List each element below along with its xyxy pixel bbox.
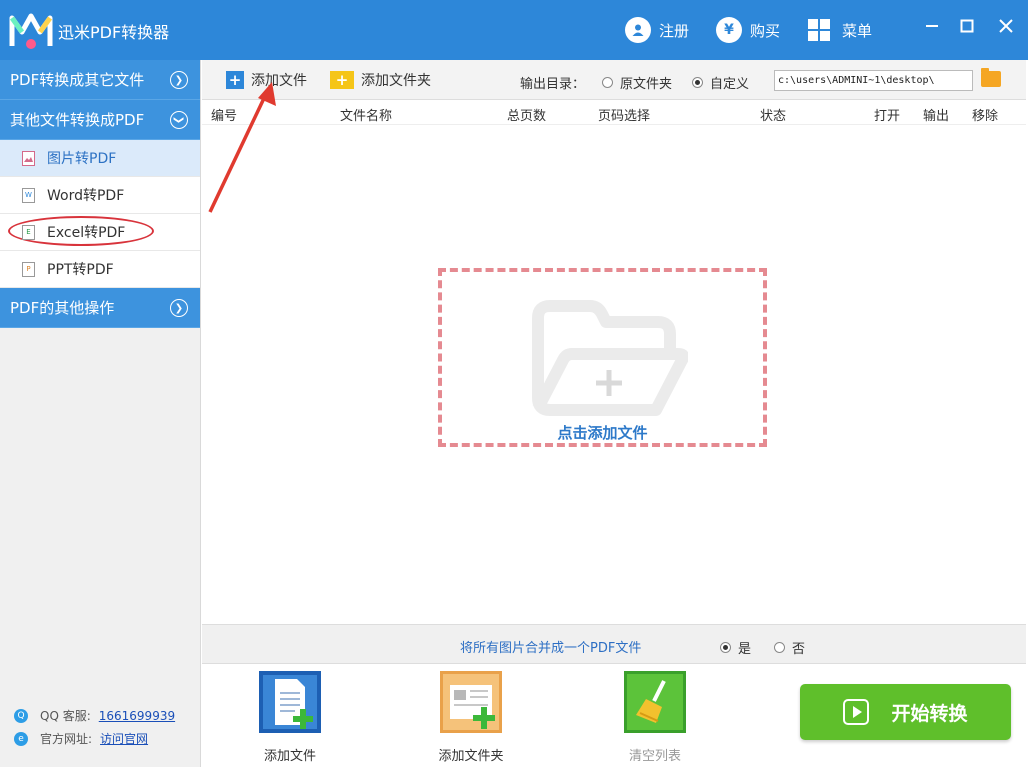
file-toolbar: + 添加文件 + 添加文件夹 输出目录： 原文件夹 自定义 xyxy=(202,60,1026,100)
clear-list-label: 清空列表 xyxy=(628,749,681,764)
play-icon xyxy=(843,699,870,725)
visit-website-link[interactable]: 访问官网 xyxy=(100,730,148,747)
grid-icon xyxy=(808,19,830,41)
radio-label: 原文件夹 xyxy=(620,77,673,92)
add-file-large-icon xyxy=(259,671,321,733)
official-website: e 官方网址: 访问官网 xyxy=(14,730,148,747)
column-header: 输出 xyxy=(923,109,950,124)
radio-custom[interactable]: 自定义 xyxy=(692,73,749,92)
add-file-dropzone[interactable]: 点击添加文件 xyxy=(438,268,767,447)
section-label: PDF转换成其它文件 xyxy=(10,71,145,89)
add-file-icon: + xyxy=(226,71,244,89)
ppt-file-icon: P xyxy=(22,261,35,277)
merge-label: 将所有图片合并成一个PDF文件 xyxy=(460,641,642,656)
section-pdf-other-ops[interactable]: PDF的其他操作 ❯ xyxy=(0,288,200,328)
file-table-header: 编号 文件名称 总页数 页码选择 状态 打开 输出 移除 xyxy=(202,101,1026,125)
qq-support: Q QQ 客服: 1661699939 xyxy=(14,707,175,724)
excel-file-icon: E xyxy=(22,224,35,240)
column-header: 编号 xyxy=(211,109,238,124)
maximize-icon xyxy=(960,19,974,33)
section-pdf-to-other[interactable]: PDF转换成其它文件 ❯ xyxy=(0,60,200,100)
image-file-icon xyxy=(22,150,35,166)
radio-label: 是 xyxy=(738,642,752,657)
radio-merge-yes[interactable]: 是 xyxy=(720,638,751,657)
register-label: 注册 xyxy=(659,21,690,40)
word-file-icon: W xyxy=(22,187,35,203)
radio-label: 否 xyxy=(792,642,806,657)
radio-icon xyxy=(602,77,613,88)
column-header: 状态 xyxy=(760,109,787,124)
minimize-icon xyxy=(926,25,938,27)
user-icon xyxy=(625,17,651,43)
radio-label: 自定义 xyxy=(710,77,750,92)
yen-icon: ¥ xyxy=(716,17,742,43)
broom-icon xyxy=(624,671,686,733)
dropzone-label: 点击添加文件 xyxy=(557,424,648,442)
add-file-tool-button[interactable]: + 添加文件 xyxy=(226,70,307,90)
section-label: 其他文件转换成PDF xyxy=(10,111,145,129)
chevron-down-icon: ❯ xyxy=(170,111,188,129)
radio-merge-no[interactable]: 否 xyxy=(774,638,805,657)
website-label: 官方网址: xyxy=(40,732,93,746)
merge-option-bar: 将所有图片合并成一个PDF文件 是 否 xyxy=(202,624,1026,664)
chevron-right-icon: ❯ xyxy=(170,299,188,317)
sidebar-item-ppt-to-pdf[interactable]: P PPT转PDF xyxy=(0,251,200,288)
close-button[interactable] xyxy=(992,14,1020,42)
column-header: 总页数 xyxy=(507,109,547,124)
close-icon xyxy=(999,19,1013,33)
radio-icon xyxy=(774,642,785,653)
menu-button[interactable]: 菜单 xyxy=(808,16,872,44)
browser-icon: e xyxy=(14,731,28,746)
sidebar-item-excel-to-pdf[interactable]: E Excel转PDF xyxy=(0,214,200,251)
browse-folder-icon[interactable] xyxy=(981,68,1001,87)
section-label: PDF的其他操作 xyxy=(10,299,115,317)
app-title: 迅米PDF转换器 xyxy=(58,23,170,42)
app-logo xyxy=(9,13,53,49)
add-folder-icon: + xyxy=(330,71,354,89)
qq-number-link[interactable]: 1661699939 xyxy=(99,709,175,723)
start-convert-label: 开始转换 xyxy=(891,702,968,725)
maximize-button[interactable] xyxy=(953,14,981,42)
radio-selected-icon xyxy=(720,642,731,653)
column-header: 文件名称 xyxy=(340,109,393,124)
add-file-label: 添加文件 xyxy=(251,73,307,89)
radio-source-folder[interactable]: 原文件夹 xyxy=(602,73,672,92)
output-path-input[interactable] xyxy=(774,70,973,91)
add-file-label: 添加文件 xyxy=(263,749,316,764)
sidebar-item-label: PPT转PDF xyxy=(47,262,114,278)
add-folder-label: 添加文件夹 xyxy=(361,73,431,89)
title-bar: 迅米PDF转换器 注册 ¥ 购买 菜单 xyxy=(0,0,1028,60)
buy-button[interactable]: ¥ 购买 xyxy=(716,16,780,44)
sidebar-item-label: Word转PDF xyxy=(47,188,125,204)
register-button[interactable]: 注册 xyxy=(625,16,689,44)
column-header: 打开 xyxy=(874,109,901,124)
radio-selected-icon xyxy=(692,77,703,88)
clear-list-button[interactable]: 清空列表 xyxy=(595,671,715,764)
menu-label: 菜单 xyxy=(842,21,873,40)
start-convert-button[interactable]: 开始转换 xyxy=(800,684,1011,740)
minimize-button[interactable] xyxy=(918,14,946,42)
add-folder-button[interactable]: 添加文件夹 xyxy=(411,671,531,764)
add-file-button[interactable]: 添加文件 xyxy=(230,671,350,764)
add-folder-label: 添加文件夹 xyxy=(438,749,504,764)
sidebar-item-image-to-pdf[interactable]: 图片转PDF xyxy=(0,140,200,177)
folder-add-icon xyxy=(532,300,688,416)
section-other-to-pdf[interactable]: 其他文件转换成PDF ❯ xyxy=(0,100,200,140)
add-folder-tool-button[interactable]: + 添加文件夹 xyxy=(330,70,431,90)
sidebar-item-word-to-pdf[interactable]: W Word转PDF xyxy=(0,177,200,214)
sidebar: PDF转换成其它文件 ❯ 其他文件转换成PDF ❯ 图片转PDF W Word转… xyxy=(0,60,201,767)
chevron-right-icon: ❯ xyxy=(170,71,188,89)
column-header: 页码选择 xyxy=(598,109,651,124)
add-folder-large-icon xyxy=(440,671,502,733)
sidebar-item-label: 图片转PDF xyxy=(47,151,117,167)
bottom-toolbar: 添加文件 添加文件夹 清空列表 开始转换 xyxy=(202,665,1026,767)
column-header: 移除 xyxy=(972,109,999,124)
output-dir-label: 输出目录： xyxy=(520,77,586,92)
qq-icon: Q xyxy=(14,708,28,723)
qq-label: QQ 客服: xyxy=(40,709,91,723)
buy-label: 购买 xyxy=(750,21,781,40)
